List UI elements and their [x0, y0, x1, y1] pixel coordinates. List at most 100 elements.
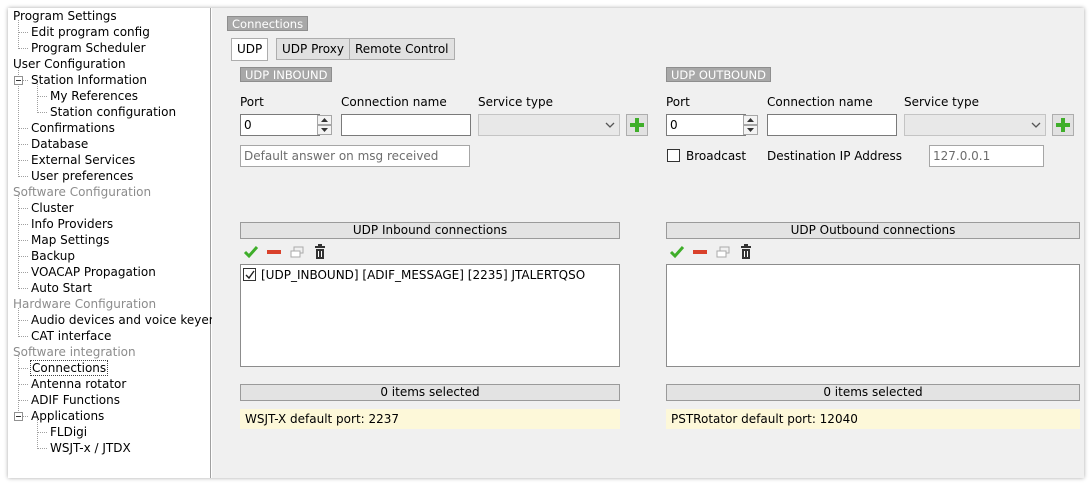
check-icon[interactable] [243, 244, 259, 260]
tree-item-label: CAT interface [31, 329, 112, 343]
tree-connector [18, 32, 28, 33]
tree-item-voacap-propagation[interactable]: VOACAP Propagation [30, 264, 157, 280]
inbound-connection-name-input[interactable] [341, 114, 471, 136]
check-icon[interactable] [669, 244, 685, 260]
outbound-hint: PSTRotator default port: 12040 [666, 409, 1080, 429]
collapse-icon[interactable] [14, 76, 23, 85]
tab-udp[interactable]: UDP [231, 38, 269, 61]
tree-item-backup[interactable]: Backup [30, 248, 76, 264]
outbound-connection-name-label: Connection name [767, 95, 873, 109]
spin-up-icon[interactable] [317, 115, 332, 125]
tree-item-label: Antenna rotator [31, 377, 127, 391]
tree-item-label: Program Settings [13, 9, 117, 23]
tree-item-station-information[interactable]: Station Information [30, 72, 148, 88]
tree-item-software-configuration[interactable]: Software Configuration [12, 184, 152, 200]
tree-item-program-settings[interactable]: Program Settings [12, 8, 118, 24]
tree-item-audio-devices-and-voice-keyer[interactable]: Audio devices and voice keyer [30, 312, 215, 328]
tree-item-label: My References [50, 89, 138, 103]
tree-item-software-integration[interactable]: Software integration [12, 344, 137, 360]
tree-item-label: Software integration [13, 345, 136, 359]
tree-item-antenna-rotator[interactable]: Antenna rotator [30, 376, 127, 392]
settings-window: Program Settings Edit program config Progr… [8, 8, 1084, 478]
minus-icon[interactable] [692, 244, 708, 260]
tree-item-hardware-configuration[interactable]: Hardware Configuration [12, 296, 157, 312]
dest-ip-input[interactable]: 127.0.0.1 [929, 145, 1044, 167]
outbound-add-button[interactable] [1052, 114, 1074, 136]
tree-item-confirmations[interactable]: Confirmations [30, 120, 116, 136]
tree-connector [18, 48, 28, 49]
tree-connector [18, 400, 28, 401]
tree-item-label: Cluster [31, 201, 74, 215]
tree-item-user-configuration[interactable]: User Configuration [12, 56, 127, 72]
tree-item-label: Hardware Configuration [13, 297, 157, 311]
tree-item-program-scheduler[interactable]: Program Scheduler [30, 40, 147, 56]
inbound-grid-header: UDP Inbound connections [240, 222, 620, 239]
tree-item-user-preferences[interactable]: User preferences [30, 168, 134, 184]
spin-up-icon[interactable] [743, 115, 758, 125]
outbound-status: 0 items selected [666, 384, 1080, 401]
trash-icon[interactable] [312, 244, 328, 260]
spin-down-icon[interactable] [743, 125, 758, 135]
tree-item-database[interactable]: Database [30, 136, 89, 152]
tree-item-label: Map Settings [31, 233, 110, 247]
tab-udp-proxy[interactable]: UDP Proxy [276, 38, 350, 60]
tree-item-label: Info Providers [31, 217, 114, 231]
tree-item-label: External Services [31, 153, 136, 167]
inbound-service-type-select[interactable] [478, 114, 620, 136]
copy-icon[interactable] [289, 244, 305, 260]
tree-connector [18, 320, 28, 321]
outbound-title: UDP OUTBOUND [666, 67, 771, 82]
tree-item-my-references[interactable]: My References [49, 88, 139, 104]
tree-item-label: WSJT-x / JTDX [50, 441, 131, 455]
collapse-icon[interactable] [14, 412, 23, 421]
trash-icon[interactable] [738, 244, 754, 260]
broadcast-checkbox[interactable] [667, 149, 680, 162]
tree-item-auto-start[interactable]: Auto Start [30, 280, 93, 296]
tree-item-label: User preferences [31, 169, 134, 183]
tree-item-label: Confirmations [31, 121, 115, 135]
default-answer-input[interactable]: Default answer on msg received [240, 145, 470, 167]
inbound-add-button[interactable] [626, 114, 648, 136]
inbound-connections-list[interactable]: [UDP_INBOUND] [ADIF_MESSAGE] [2235] JTAL… [240, 264, 620, 367]
tree-item-label: Applications [31, 409, 105, 423]
tree-item-edit-program-config[interactable]: Edit program config [30, 24, 151, 40]
tree-item-station-configuration[interactable]: Station configuration [49, 104, 177, 120]
tree-item-label: Program Scheduler [31, 41, 146, 55]
tree-item-cluster[interactable]: Cluster [30, 200, 75, 216]
minus-icon[interactable] [266, 244, 282, 260]
copy-icon[interactable] [715, 244, 731, 260]
tree-connector [18, 160, 28, 161]
outbound-port-input[interactable]: 0 [666, 114, 746, 136]
tree-connector [18, 308, 19, 337]
tree-item-cat-interface[interactable]: CAT interface [30, 328, 112, 344]
tree-item-map-settings[interactable]: Map Settings [30, 232, 110, 248]
tree-item-label: Auto Start [31, 281, 92, 295]
tree-item-connections[interactable]: Connections [30, 360, 109, 376]
outbound-port-spinner[interactable] [743, 114, 758, 136]
tree-item-info-providers[interactable]: Info Providers [30, 216, 114, 232]
tree-connector [18, 288, 28, 289]
tree-item-adif-functions[interactable]: ADIF Functions [30, 392, 121, 408]
tree-item-fldigi[interactable]: FLDigi [49, 424, 88, 440]
settings-tree[interactable]: Program Settings Edit program config Progr… [8, 8, 214, 478]
tree-item-label: User Configuration [13, 57, 126, 71]
check-icon [245, 270, 255, 280]
tree-item-external-services[interactable]: External Services [30, 152, 136, 168]
inbound-hint: WSJT-X default port: 2237 [240, 409, 620, 429]
tree-item-label: Audio devices and voice keyer [31, 313, 214, 327]
outbound-connection-name-input[interactable] [767, 114, 897, 136]
tree-item-wsjt-x-jtdx[interactable]: WSJT-x / JTDX [49, 440, 132, 456]
item-checkbox[interactable] [243, 268, 256, 281]
inbound-port-input[interactable]: 0 [240, 114, 320, 136]
outbound-grid-header: UDP Outbound connections [666, 222, 1080, 239]
spin-down-icon[interactable] [317, 125, 332, 135]
tree-connector [37, 96, 47, 97]
outbound-connections-list[interactable] [666, 264, 1080, 367]
tree-connector [37, 112, 47, 113]
tab-remote-control[interactable]: Remote Control [349, 38, 455, 60]
list-item-label: [UDP_INBOUND] [ADIF_MESSAGE] [2235] JTAL… [261, 268, 586, 282]
tree-item-applications[interactable]: Applications [30, 408, 105, 424]
inbound-port-label: Port [240, 95, 264, 109]
outbound-service-type-select[interactable] [904, 114, 1046, 136]
inbound-port-spinner[interactable] [317, 114, 332, 136]
